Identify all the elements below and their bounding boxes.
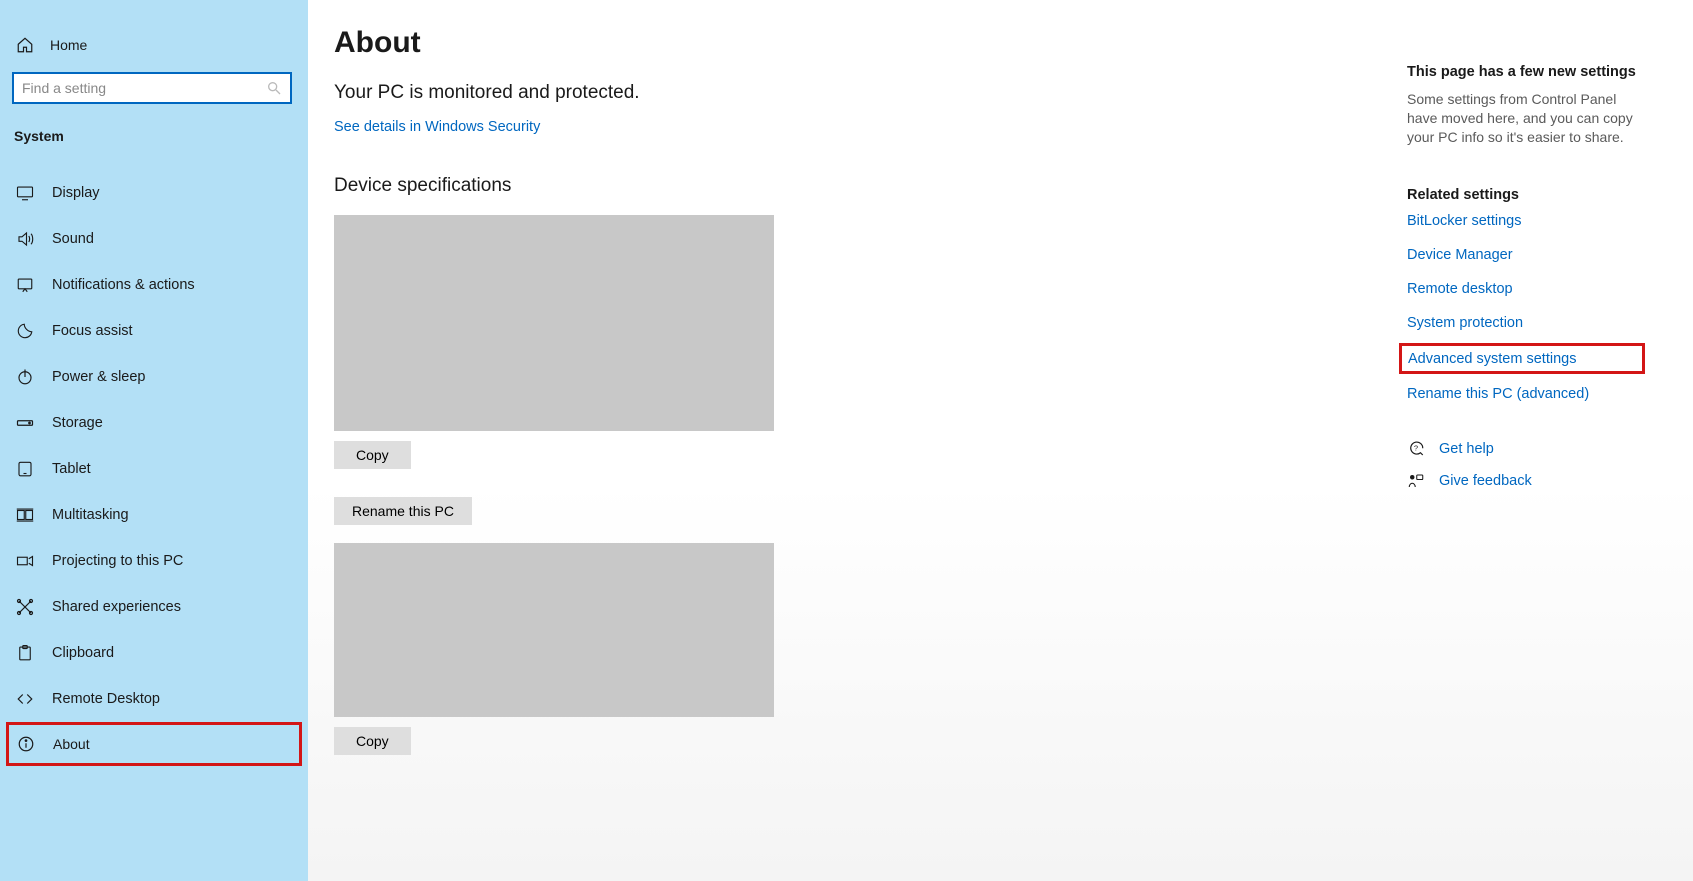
- sidebar-item-notifications[interactable]: Notifications & actions: [0, 262, 308, 308]
- sidebar-item-storage[interactable]: Storage: [0, 400, 308, 446]
- link-system-protection[interactable]: System protection: [1407, 315, 1637, 331]
- sidebar-item-shared-experiences[interactable]: Shared experiences: [0, 584, 308, 630]
- rename-pc-button[interactable]: Rename this PC: [334, 497, 472, 525]
- home-label: Home: [50, 37, 87, 53]
- sidebar-home[interactable]: Home: [0, 28, 308, 62]
- search-icon: [266, 80, 282, 96]
- storage-icon: [16, 414, 34, 432]
- related-settings-heading: Related settings: [1407, 187, 1637, 203]
- related-links: BitLocker settings Device Manager Remote…: [1407, 213, 1637, 402]
- windows-security-link[interactable]: See details in Windows Security: [334, 119, 540, 135]
- copy-device-spec-button[interactable]: Copy: [334, 441, 411, 469]
- help-section: ? Get help Give feedback: [1407, 440, 1637, 490]
- get-help-icon: ?: [1407, 440, 1425, 458]
- sidebar-item-label: Notifications & actions: [52, 277, 195, 293]
- link-bitlocker[interactable]: BitLocker settings: [1407, 213, 1637, 229]
- sidebar-item-about[interactable]: About: [6, 722, 302, 766]
- right-panel-new-text: Some settings from Control Panel have mo…: [1407, 90, 1637, 147]
- copy-windows-spec-button[interactable]: Copy: [334, 727, 411, 755]
- link-advanced-system-highlight: Advanced system settings: [1399, 343, 1645, 374]
- get-help-row[interactable]: ? Get help: [1407, 440, 1637, 458]
- sidebar-item-label: Projecting to this PC: [52, 553, 183, 569]
- multitasking-icon: [16, 506, 34, 524]
- home-icon: [16, 36, 34, 54]
- sidebar-item-tablet[interactable]: Tablet: [0, 446, 308, 492]
- sidebar-item-label: Tablet: [52, 461, 91, 477]
- sidebar-section-label: System: [0, 110, 308, 154]
- sidebar-item-projecting[interactable]: Projecting to this PC: [0, 538, 308, 584]
- focus-assist-icon: [16, 322, 34, 340]
- feedback-icon: [1407, 472, 1425, 490]
- clipboard-icon: [16, 644, 34, 662]
- sidebar-item-multitasking[interactable]: Multitasking: [0, 492, 308, 538]
- link-remote-desktop[interactable]: Remote desktop: [1407, 281, 1637, 297]
- sidebar-item-label: Display: [52, 185, 100, 201]
- sidebar-item-focus-assist[interactable]: Focus assist: [0, 308, 308, 354]
- info-icon: [17, 735, 35, 753]
- sidebar-item-label: Shared experiences: [52, 599, 181, 615]
- main-content: About Your PC is monitored and protected…: [308, 0, 1693, 881]
- sidebar-item-label: Clipboard: [52, 645, 114, 661]
- link-advanced-system-settings[interactable]: Advanced system settings: [1408, 351, 1576, 367]
- sidebar-item-label: Storage: [52, 415, 103, 431]
- power-icon: [16, 368, 34, 386]
- search-input[interactable]: [22, 80, 266, 96]
- display-icon: [16, 184, 34, 202]
- right-panel-new-heading: This page has a few new settings: [1407, 64, 1637, 80]
- right-panel: This page has a few new settings Some se…: [1407, 64, 1637, 490]
- shared-experiences-icon: [16, 598, 34, 616]
- give-feedback-row[interactable]: Give feedback: [1407, 472, 1637, 490]
- sound-icon: [16, 230, 34, 248]
- notifications-icon: [16, 276, 34, 294]
- svg-text:?: ?: [1414, 443, 1418, 452]
- search-wrap: [0, 62, 308, 110]
- sidebar-item-label: Multitasking: [52, 507, 129, 523]
- sidebar-item-remote-desktop[interactable]: Remote Desktop: [0, 676, 308, 722]
- sidebar-item-sound[interactable]: Sound: [0, 216, 308, 262]
- sidebar-item-label: Remote Desktop: [52, 691, 160, 707]
- device-spec-block: [334, 215, 774, 431]
- windows-spec-block: [334, 543, 774, 717]
- sidebar-item-label: Sound: [52, 231, 94, 247]
- settings-sidebar: Home System Display Sound Notifications …: [0, 0, 308, 881]
- link-rename-pc-advanced[interactable]: Rename this PC (advanced): [1407, 386, 1637, 402]
- projecting-icon: [16, 552, 34, 570]
- sidebar-item-label: Power & sleep: [52, 369, 146, 385]
- get-help-link[interactable]: Get help: [1439, 441, 1494, 457]
- link-device-manager[interactable]: Device Manager: [1407, 247, 1637, 263]
- sidebar-item-power-sleep[interactable]: Power & sleep: [0, 354, 308, 400]
- sidebar-item-label: About: [53, 736, 90, 752]
- give-feedback-link[interactable]: Give feedback: [1439, 473, 1532, 489]
- search-box[interactable]: [12, 72, 292, 104]
- page-title: About: [334, 26, 1653, 60]
- sidebar-item-label: Focus assist: [52, 323, 133, 339]
- sidebar-item-display[interactable]: Display: [0, 170, 308, 216]
- sidebar-nav: Display Sound Notifications & actions Fo…: [0, 154, 308, 766]
- tablet-icon: [16, 460, 34, 478]
- sidebar-item-clipboard[interactable]: Clipboard: [0, 630, 308, 676]
- remote-desktop-icon: [16, 690, 34, 708]
